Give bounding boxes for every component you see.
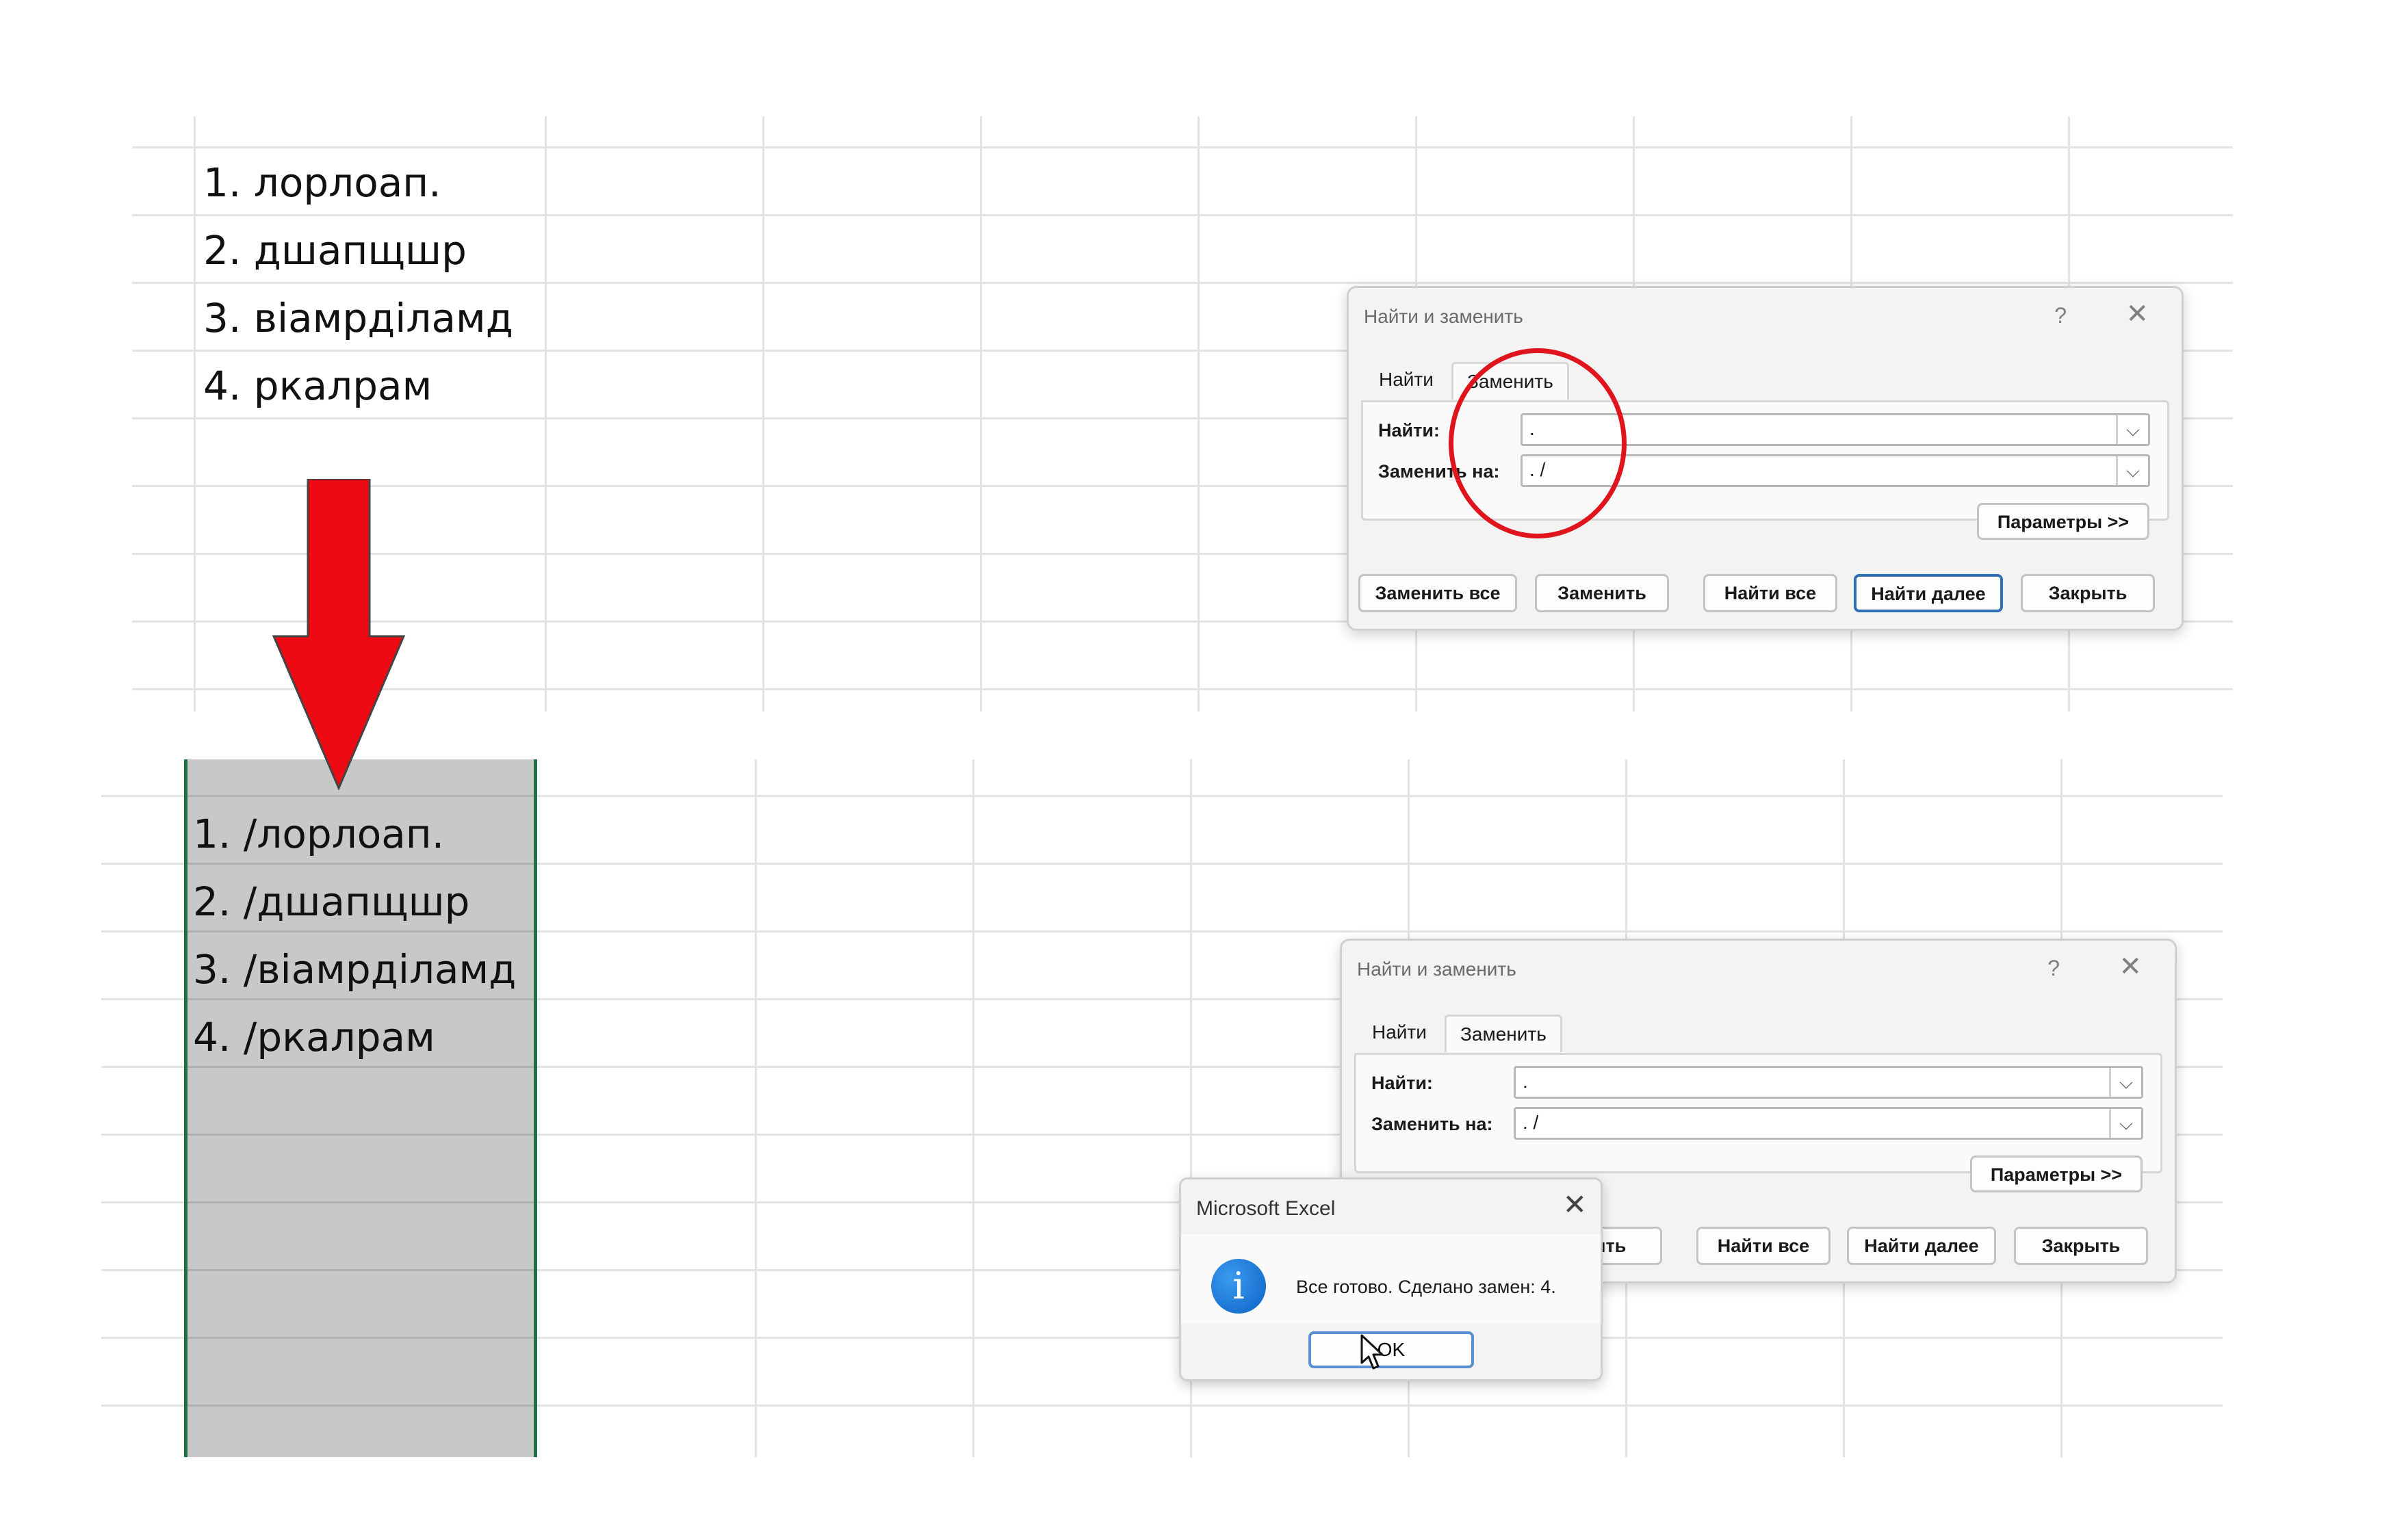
close-icon[interactable]: ✕: [2119, 953, 2142, 980]
grid-line: [187, 998, 534, 1000]
grid-line: [187, 930, 534, 932]
cell-a4[interactable]: 4. ркалрам: [203, 366, 432, 406]
cell-a3[interactable]: 3. віамрділамд: [203, 298, 513, 338]
replace-button[interactable]: Заменить: [1535, 574, 1669, 612]
message-box-title: Microsoft Excel: [1196, 1197, 1336, 1220]
grid-line: [187, 1405, 534, 1407]
find-input-value: .: [1523, 1071, 1528, 1092]
cell-a3[interactable]: 3. /віамрділамд: [193, 950, 516, 989]
replace-all-button[interactable]: Заменить все: [1358, 574, 1517, 612]
grid-line: [132, 282, 2233, 284]
find-label: Найти:: [1378, 420, 1440, 441]
help-icon[interactable]: ?: [2047, 956, 2060, 981]
chevron-down-icon[interactable]: ⌵: [2116, 415, 2148, 444]
cell-a1[interactable]: 1. лорлоап.: [203, 163, 441, 203]
cell-a1[interactable]: 1. /лорлоап.: [193, 814, 444, 854]
chevron-down-icon[interactable]: ⌵: [2109, 1068, 2141, 1097]
find-next-button[interactable]: Найти далее: [1854, 574, 2003, 612]
info-icon: i: [1211, 1259, 1266, 1314]
message-text: Все готово. Сделано замен: 4.: [1296, 1277, 1556, 1297]
grid-line: [132, 688, 2233, 690]
grid-line: [132, 214, 2233, 216]
highlight-circle-annotation: [1449, 348, 1627, 538]
down-arrow-annotation: [272, 479, 406, 790]
help-icon[interactable]: ?: [2054, 303, 2067, 328]
grid-line: [187, 1337, 534, 1339]
replace-input[interactable]: . / ⌵: [1514, 1107, 2143, 1140]
ok-button[interactable]: OK: [1308, 1331, 1474, 1368]
cell-a2[interactable]: 2. /дшапщшр: [193, 882, 469, 922]
mouse-cursor-icon: [1360, 1334, 1384, 1370]
grid-line: [187, 1134, 534, 1136]
tab-replace[interactable]: Заменить: [1445, 1015, 1562, 1052]
dialog-title: Найти и заменить: [1357, 958, 1516, 980]
replace-label: Заменить на:: [1371, 1114, 1493, 1134]
cell-a4[interactable]: 4. /ркалрам: [193, 1017, 435, 1057]
find-input[interactable]: . ⌵: [1514, 1066, 2143, 1099]
grid-line: [187, 795, 534, 797]
find-label: Найти:: [1371, 1073, 1433, 1093]
grid-line: [187, 863, 534, 865]
find-all-button[interactable]: Найти все: [1703, 574, 1837, 612]
grid-line: [187, 1066, 534, 1068]
tab-find[interactable]: Найти: [1358, 1015, 1440, 1050]
close-button[interactable]: Закрыть: [2014, 1227, 2148, 1265]
find-all-button[interactable]: Найти все: [1696, 1227, 1831, 1265]
grid-line: [187, 1269, 534, 1271]
close-icon[interactable]: ✕: [1563, 1190, 1587, 1219]
grid-line: [132, 146, 2233, 148]
dialog-title: Найти и заменить: [1364, 306, 1523, 327]
close-button[interactable]: Закрыть: [2021, 574, 2155, 612]
find-next-button[interactable]: Найти далее: [1847, 1227, 1996, 1265]
message-box-body: i Все готово. Сделано замен: 4.: [1181, 1234, 1601, 1323]
chevron-down-icon[interactable]: ⌵: [2116, 456, 2148, 485]
params-button[interactable]: Параметры >>: [1970, 1156, 2143, 1192]
message-box: Microsoft Excel ✕ i Все готово. Сделано …: [1179, 1177, 1603, 1381]
replace-input-value: . /: [1523, 1112, 1539, 1133]
close-icon[interactable]: ✕: [2125, 300, 2149, 328]
chevron-down-icon[interactable]: ⌵: [2109, 1109, 2141, 1138]
cell-a2[interactable]: 2. дшапщшр: [203, 231, 467, 270]
tab-find[interactable]: Найти: [1365, 362, 1447, 397]
params-button[interactable]: Параметры >>: [1977, 503, 2149, 540]
grid-line: [187, 1201, 534, 1203]
selected-column-a[interactable]: 1. /лорлоап. 2. /дшапщшр 3. /віамрділамд…: [184, 759, 537, 1457]
